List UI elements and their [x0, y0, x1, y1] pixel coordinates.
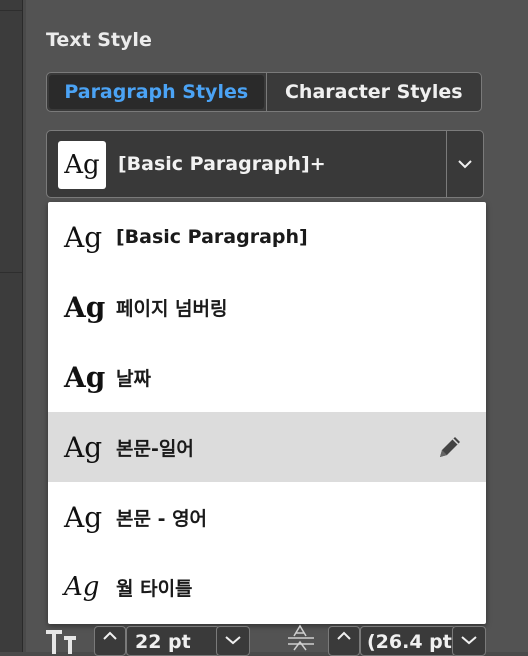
character-controls-row: 22 pt (26.4 pt [26, 624, 528, 656]
style-glyph-preview: Ag [64, 220, 103, 254]
menu-item-body-japanese[interactable]: Ag 본문-일어 [48, 412, 486, 482]
leading-value: (26.4 pt [367, 631, 452, 653]
chevron-up-icon [103, 631, 117, 640]
dropdown-toggle-button[interactable] [446, 131, 483, 197]
font-size-value: 22 pt [135, 631, 191, 653]
menu-item-label: 페이지 넘버링 [116, 297, 228, 320]
style-glyph-preview: Ag [64, 290, 106, 324]
left-edge-strip [0, 0, 23, 652]
menu-item-basic-paragraph[interactable]: Ag [Basic Paragraph] [48, 202, 486, 272]
paragraph-style-dropdown[interactable]: Ag [Basic Paragraph]+ [46, 130, 484, 198]
style-glyph-preview: Ag [64, 360, 106, 394]
style-preview-swatch: Ag [58, 141, 106, 189]
tab-paragraph-styles[interactable]: Paragraph Styles [49, 75, 264, 109]
chevron-down-icon [461, 636, 477, 645]
tab-character-styles[interactable]: Character Styles [267, 73, 482, 111]
style-type-toggle: Paragraph Styles Character Styles [46, 72, 482, 112]
section-title: Text Style [46, 29, 152, 51]
style-glyph-preview: Ag [64, 500, 103, 534]
menu-item-label: [Basic Paragraph] [116, 226, 308, 248]
chevron-down-icon [225, 636, 241, 645]
style-glyph-preview: Ag [64, 430, 103, 464]
font-size-icon [46, 630, 76, 654]
paragraph-style-menu: Ag [Basic Paragraph] Ag 페이지 넘버링 Ag 날짜 Ag… [48, 202, 486, 624]
menu-item-month-title[interactable]: Ag 월 타이틀 [48, 552, 486, 622]
selected-style-value: [Basic Paragraph]+ [118, 153, 326, 175]
menu-item-label: 본문 - 영어 [116, 507, 208, 530]
menu-item-label: 날짜 [116, 367, 151, 390]
pencil-icon[interactable] [436, 433, 464, 465]
leading-icon [288, 624, 314, 651]
menu-item-label: 본문-일어 [116, 437, 194, 460]
menu-item-body-english[interactable]: Ag 본문 - 영어 [48, 482, 486, 552]
menu-item-date[interactable]: Ag 날짜 [48, 342, 486, 412]
menu-item-label: 월 타이틀 [116, 577, 193, 600]
chevron-down-icon [458, 160, 472, 169]
style-glyph-preview: Ag [64, 572, 100, 602]
chevron-up-icon [337, 631, 351, 640]
menu-item-page-numbering[interactable]: Ag 페이지 넘버링 [48, 272, 486, 342]
